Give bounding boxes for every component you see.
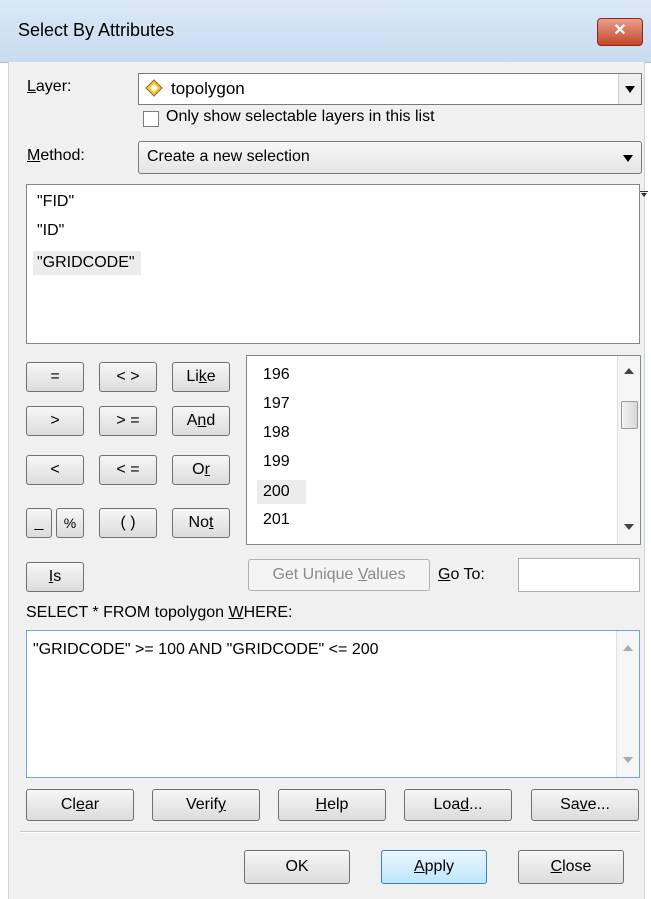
- ok-button[interactable]: OK: [244, 850, 350, 884]
- operator-underscore-button[interactable]: _: [26, 508, 52, 538]
- help-button[interactable]: Help: [278, 789, 386, 821]
- value-item[interactable]: 201: [263, 511, 290, 529]
- operator-is-button[interactable]: Is: [26, 562, 84, 592]
- layer-polygon-icon: [145, 79, 163, 97]
- field-item-selected[interactable]: "GRIDCODE": [33, 251, 141, 275]
- operator-or-button[interactable]: Or: [172, 455, 230, 485]
- layer-dropdown[interactable]: topolygon: [138, 73, 642, 105]
- values-scrollbar[interactable]: [617, 356, 640, 544]
- operator-parentheses-button[interactable]: ( ): [99, 508, 157, 538]
- query-prefix: SELECT * FROM topolygon WHERE:: [26, 604, 293, 621]
- operator-greater-button[interactable]: >: [26, 406, 84, 436]
- value-item[interactable]: 199: [263, 453, 290, 471]
- clear-button[interactable]: Clear: [26, 789, 134, 821]
- operator-and-button[interactable]: And: [172, 406, 230, 436]
- value-item[interactable]: 196: [263, 366, 290, 384]
- field-item[interactable]: "ID": [37, 222, 64, 240]
- get-unique-values-button[interactable]: Get Unique Values: [248, 559, 430, 591]
- save-button[interactable]: Save...: [531, 789, 639, 821]
- goto-input[interactable]: [518, 558, 640, 592]
- verify-button[interactable]: Verify: [152, 789, 260, 821]
- field-item[interactable]: "FID": [37, 193, 74, 211]
- operator-like-button[interactable]: Like: [172, 362, 230, 392]
- value-item[interactable]: 197: [263, 395, 290, 413]
- close-window-button[interactable]: ✕: [597, 18, 643, 46]
- layer-label: Layer:: [27, 78, 72, 95]
- only-selectable-checkbox[interactable]: [143, 111, 159, 127]
- layer-value: topolygon: [171, 79, 245, 98]
- operator-not-button[interactable]: Not: [172, 508, 230, 538]
- operator-less-equal-button[interactable]: < =: [99, 455, 157, 485]
- operator-equals-button[interactable]: =: [26, 362, 84, 392]
- only-selectable-label: Only show selectable layers in this list: [166, 108, 435, 125]
- chevron-down-icon: [623, 155, 633, 162]
- separator: [20, 831, 640, 833]
- scroll-down-icon[interactable]: [624, 524, 634, 530]
- window-title: Select By Attributes: [18, 20, 175, 40]
- operator-percent-button[interactable]: %: [56, 508, 84, 538]
- operator-greater-equal-button[interactable]: > =: [99, 406, 157, 436]
- scroll-thumb[interactable]: [621, 401, 638, 429]
- method-label: Method:: [27, 147, 85, 164]
- apply-button[interactable]: Apply: [381, 850, 487, 884]
- fields-list[interactable]: "FID" "ID" "GRIDCODE": [26, 184, 640, 344]
- method-dropdown[interactable]: Create a new selection: [138, 141, 642, 174]
- scroll-up-icon[interactable]: [623, 645, 633, 651]
- expression-scrollbar[interactable]: [616, 631, 639, 777]
- operator-less-button[interactable]: <: [26, 455, 84, 485]
- method-value: Create a new selection: [147, 148, 310, 165]
- chevron-down-icon: [625, 86, 635, 93]
- unique-values-list[interactable]: 196 197 198 199 200 201: [246, 355, 641, 545]
- layer-dropdown-arrow[interactable]: [618, 74, 641, 104]
- close-button[interactable]: Close: [518, 850, 624, 884]
- scroll-up-icon[interactable]: [624, 368, 634, 374]
- list-options-icon[interactable]: [640, 184, 648, 197]
- where-expression-text[interactable]: "GRIDCODE" >= 100 AND "GRIDCODE" <= 200: [33, 641, 379, 659]
- load-button[interactable]: Load...: [404, 789, 512, 821]
- operator-not-equal-button[interactable]: < >: [99, 362, 157, 392]
- where-expression-box[interactable]: "GRIDCODE" >= 100 AND "GRIDCODE" <= 200: [26, 630, 640, 778]
- goto-label: Go To:: [438, 566, 485, 583]
- value-item[interactable]: 198: [263, 424, 290, 442]
- value-item-selected[interactable]: 200: [257, 480, 306, 504]
- scroll-down-icon[interactable]: [623, 757, 633, 763]
